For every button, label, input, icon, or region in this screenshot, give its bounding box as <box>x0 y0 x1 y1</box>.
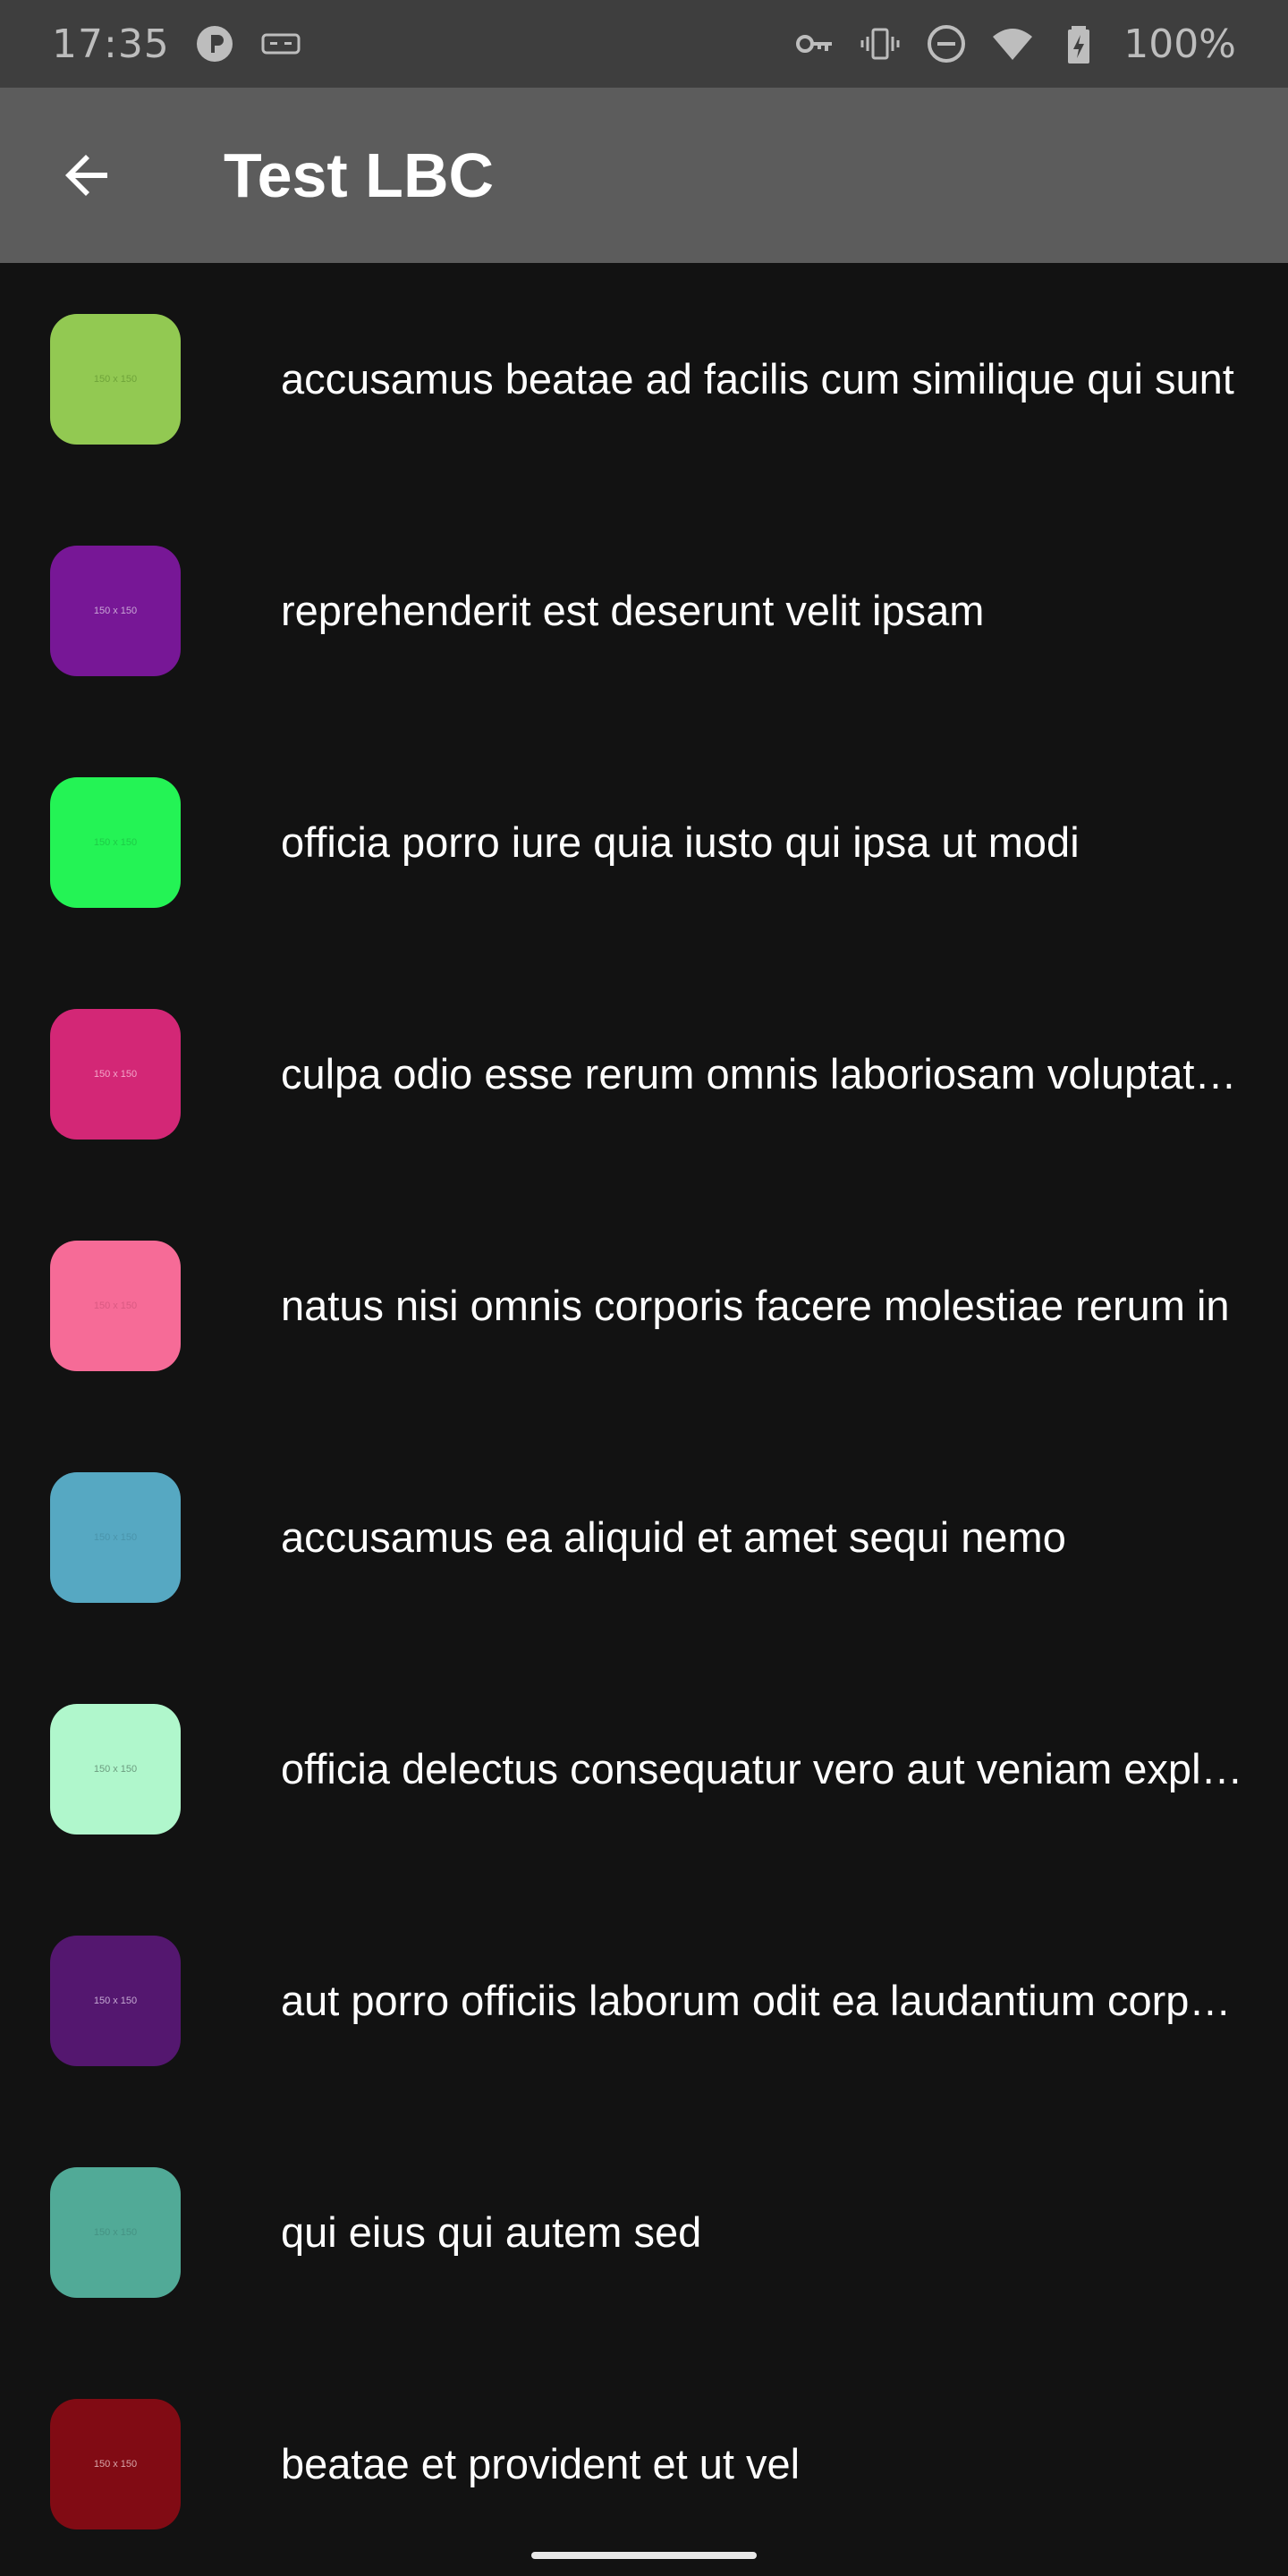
wifi-icon <box>991 22 1034 65</box>
thumbnail-image: 150 x 150 <box>50 2166 181 2298</box>
thumbnail-label: 150 x 150 <box>93 2458 138 2470</box>
thumbnail-image: 150 x 150 <box>50 776 181 908</box>
thumbnail-label: 150 x 150 <box>93 1531 138 1543</box>
status-bar: 17:35 100% <box>0 0 1288 88</box>
thumbnail-label: 150 x 150 <box>93 1300 138 1311</box>
thumbnail-label: 150 x 150 <box>93 1068 138 1080</box>
status-bar-right: 100% <box>792 21 1236 67</box>
list-item-title: officia delectus consequatur vero aut ve… <box>281 1745 1243 1792</box>
list-item[interactable]: 150 x 150 beatae et provident et ut vel <box>0 2348 1288 2576</box>
thumbnail-image: 150 x 150 <box>50 1935 181 2066</box>
list-item[interactable]: 150 x 150 qui eius qui autem sed <box>0 2116 1288 2348</box>
list-item[interactable]: 150 x 150 culpa odio esse rerum omnis la… <box>0 958 1288 1190</box>
list-item-title: reprehenderit est deserunt velit ipsam <box>281 587 985 634</box>
do-not-disturb-icon <box>925 22 968 65</box>
list-item-title: officia porro iure quia iusto qui ipsa u… <box>281 818 1080 866</box>
list-item[interactable]: 150 x 150 accusamus ea aliquid et amet s… <box>0 1421 1288 1653</box>
vibrate-icon <box>859 22 902 65</box>
thumbnail-label: 150 x 150 <box>93 605 138 616</box>
list-item[interactable]: 150 x 150 officia delectus consequatur v… <box>0 1653 1288 1885</box>
thumbnail-image: 150 x 150 <box>50 313 181 445</box>
list-item[interactable]: 150 x 150 reprehenderit est deserunt vel… <box>0 495 1288 726</box>
list-item-title: beatae et provident et ut vel <box>281 2440 801 2487</box>
list-item-title: culpa odio esse rerum omnis laboriosam v… <box>281 1050 1243 1097</box>
list-item[interactable]: 150 x 150 natus nisi omnis corporis face… <box>0 1190 1288 1421</box>
back-button[interactable] <box>43 131 132 220</box>
photo-list[interactable]: 150 x 150 accusamus beatae ad facilis cu… <box>0 263 1288 2576</box>
thumbnail-label: 150 x 150 <box>93 2226 138 2238</box>
list-item-title: accusamus ea aliquid et amet sequi nemo <box>281 1513 1066 1561</box>
battery-charging-icon <box>1057 22 1100 65</box>
list-item[interactable]: 150 x 150 aut porro officiis laborum odi… <box>0 1885 1288 2116</box>
list-item[interactable]: 150 x 150 accusamus beatae ad facilis cu… <box>0 263 1288 495</box>
app-bar: Test LBC <box>0 88 1288 263</box>
battery-percentage: 100% <box>1123 21 1236 67</box>
list-item-title: aut porro officiis laborum odit ea lauda… <box>281 1977 1243 2024</box>
thumbnail-image: 150 x 150 <box>50 1240 181 1371</box>
vpn-key-icon <box>792 22 835 65</box>
list-item-title: natus nisi omnis corporis facere molesti… <box>281 1282 1230 1329</box>
status-bar-left: 17:35 <box>52 21 302 67</box>
thumbnail-label: 150 x 150 <box>93 1995 138 2006</box>
arrow-back-icon <box>65 155 107 196</box>
thumbnail-image: 150 x 150 <box>50 545 181 676</box>
thumbnail-label: 150 x 150 <box>93 836 138 848</box>
list-item-title: qui eius qui autem sed <box>281 2208 702 2256</box>
list-item-title: accusamus beatae ad facilis cum similiqu… <box>281 355 1234 402</box>
status-time: 17:35 <box>52 21 170 67</box>
thumbnail-image: 150 x 150 <box>50 2398 181 2529</box>
list-item[interactable]: 150 x 150 officia porro iure quia iusto … <box>0 726 1288 958</box>
thumbnail-image: 150 x 150 <box>50 1703 181 1835</box>
thumbnail-label: 150 x 150 <box>93 1763 138 1775</box>
thumbnail-label: 150 x 150 <box>93 373 138 385</box>
page-title: Test LBC <box>224 140 495 210</box>
gesture-navigation-bar[interactable] <box>531 2552 757 2559</box>
game-controller-icon <box>259 22 302 65</box>
thumbnail-image: 150 x 150 <box>50 1471 181 1603</box>
thumbnail-image: 150 x 150 <box>50 1008 181 1140</box>
app-notification-icon <box>193 22 236 65</box>
